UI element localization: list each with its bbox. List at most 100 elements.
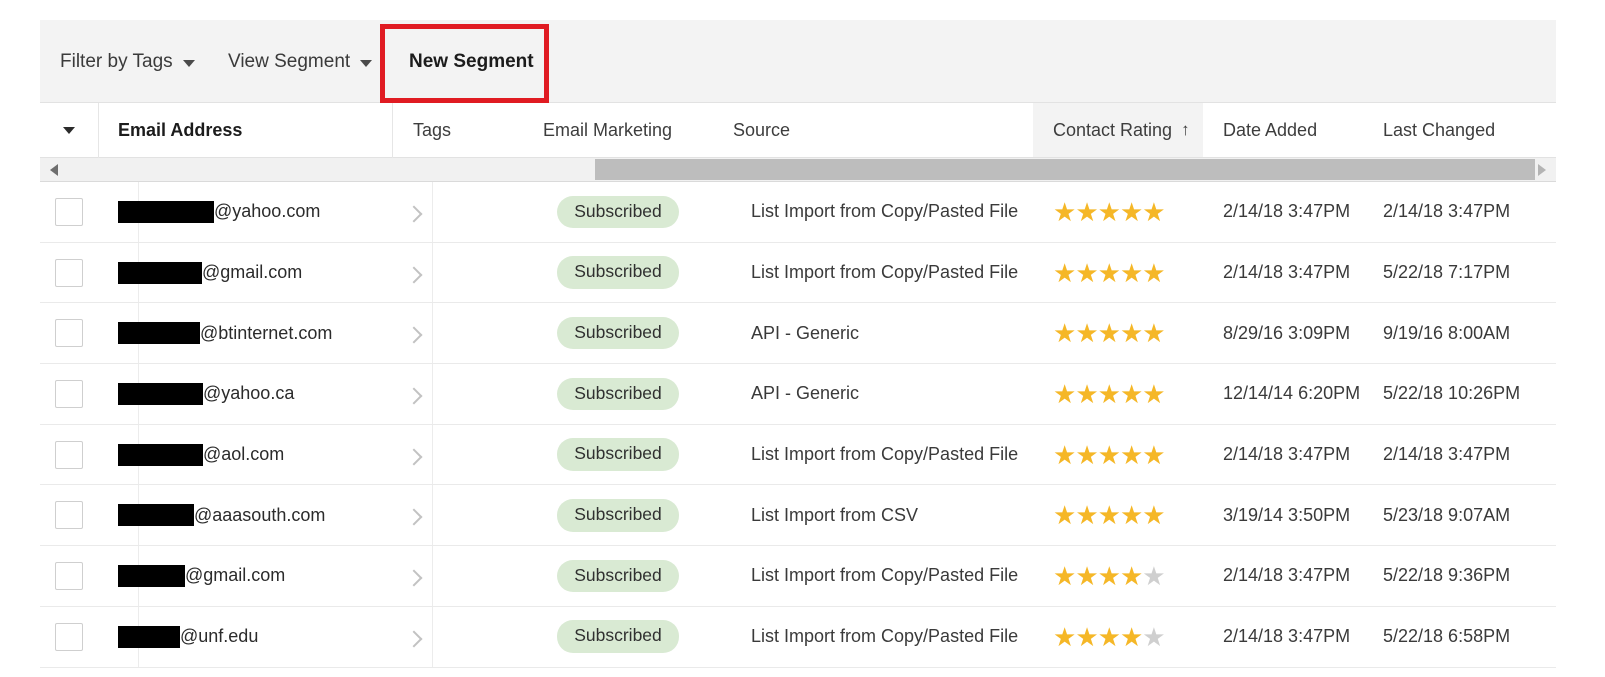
star-icon: ★ [1142, 257, 1165, 288]
star-rating[interactable]: ★ ★ ★ ★ ★ [1053, 560, 1166, 591]
status-badge[interactable]: Subscribed [557, 438, 679, 471]
row-checkbox[interactable] [55, 561, 83, 590]
email-domain: @gmail.com [185, 565, 286, 586]
status-badge[interactable]: Subscribed [557, 499, 679, 532]
star-icon: ★ [1119, 378, 1143, 409]
contact-rating-cell[interactable]: ★ ★ ★ ★ ★ [1033, 243, 1203, 303]
row-expand-cell [393, 485, 432, 545]
table-row[interactable]: @aol.com Subscribed List Import from Copy/… [40, 424, 1556, 486]
scroll-right-arrow-icon[interactable] [1532, 158, 1552, 181]
status-badge[interactable]: Subscribed [557, 195, 679, 229]
star-icon: ★ [1075, 560, 1098, 591]
column-header-source[interactable]: Source [713, 103, 1033, 157]
select-all-dropdown[interactable] [40, 103, 98, 157]
table-row[interactable]: @yahoo.com Subscribed List Import from Cop… [40, 182, 1556, 243]
star-rating[interactable]: ★ ★ ★ ★ ★ [1053, 257, 1166, 288]
new-segment-button[interactable]: New Segment [385, 20, 558, 103]
row-checkbox-cell [40, 364, 98, 424]
row-checkbox[interactable] [55, 319, 83, 348]
row-checkbox[interactable] [55, 501, 83, 530]
contact-rating-cell[interactable]: ★ ★ ★ ★ ★ [1033, 303, 1203, 363]
row-expand-cell [393, 303, 432, 363]
status-badge[interactable]: Subscribed [557, 316, 679, 350]
star-icon: ★ [1097, 257, 1121, 288]
contact-rating-cell[interactable]: ★ ★ ★ ★ ★ [1033, 364, 1203, 424]
column-header-date-added[interactable]: Date Added [1203, 103, 1363, 157]
email-marketing-cell: Subscribed [523, 303, 713, 363]
table-row[interactable]: @unf.edu Subscribed List Import from Copy/… [40, 606, 1556, 668]
sort-ascending-icon: ↑ [1181, 120, 1190, 139]
row-checkbox[interactable] [55, 440, 83, 469]
table-header-row: Email Address Tags Email Marketing Sourc… [40, 103, 1556, 158]
table-row[interactable]: @yahoo.ca Subscribed API - Generic ★ ★ ★ ★ ★ 12/… [40, 364, 1556, 425]
status-badge[interactable]: Subscribed [557, 377, 679, 411]
column-header-email-address[interactable]: Email Address [98, 103, 393, 157]
scroll-left-arrow-icon[interactable] [44, 158, 64, 181]
column-header-tags[interactable]: Tags [393, 103, 523, 157]
segment-toolbar: Filter by Tags View Segment New Segment [40, 20, 1556, 103]
filter-by-tags-dropdown[interactable]: Filter by Tags [60, 20, 195, 103]
star-icon: ★ [1142, 500, 1165, 531]
star-icon: ★ [1075, 439, 1098, 470]
table-row[interactable]: @gmail.com Subscribed List Import from Cop… [40, 242, 1556, 304]
status-badge[interactable]: Subscribed [557, 256, 679, 289]
star-icon: ★ [1142, 621, 1165, 652]
star-icon: ★ [1053, 621, 1076, 652]
row-checkbox-cell [40, 182, 98, 242]
star-icon: ★ [1075, 621, 1098, 652]
column-header-contact-rating[interactable]: Contact Rating ↑ [1033, 103, 1203, 157]
view-segment-dropdown[interactable]: View Segment [228, 20, 373, 103]
star-icon: ★ [1053, 257, 1076, 288]
horizontal-scrollbar[interactable] [40, 158, 1556, 182]
star-rating[interactable]: ★ ★ ★ ★ ★ [1053, 439, 1166, 470]
contact-rating-cell[interactable]: ★ ★ ★ ★ ★ [1033, 425, 1203, 485]
view-segment-label: View Segment [228, 50, 351, 72]
email-address-cell: @unf.edu [98, 607, 393, 667]
email-domain: @yahoo.ca [203, 383, 295, 404]
status-badge[interactable]: Subscribed [557, 620, 679, 653]
email-marketing-cell: Subscribed [523, 485, 713, 545]
table-row[interactable]: @btinternet.com Subscribed API - Generic ★ ★… [40, 303, 1556, 365]
star-icon: ★ [1119, 500, 1143, 531]
date-added-cell: 2/14/18 3:47PM [1223, 626, 1351, 647]
email-marketing-cell: Subscribed [523, 425, 713, 485]
star-icon: ★ [1075, 318, 1098, 349]
star-icon: ★ [1142, 560, 1165, 591]
star-rating[interactable]: ★ ★ ★ ★ ★ [1053, 500, 1166, 531]
star-icon: ★ [1119, 318, 1143, 349]
star-rating[interactable]: ★ ★ ★ ★ ★ [1053, 318, 1166, 349]
contact-rating-cell[interactable]: ★ ★ ★ ★ ★ [1033, 182, 1203, 242]
redacted-email-local-part [118, 382, 203, 405]
table-row[interactable]: @aaasouth.com Subscribed List Import from … [40, 485, 1556, 547]
contact-rating-cell[interactable]: ★ ★ ★ ★ ★ [1033, 546, 1203, 606]
row-checkbox[interactable] [55, 258, 83, 287]
last-changed-cell: 5/22/18 9:36PM [1383, 565, 1511, 586]
row-checkbox[interactable] [55, 622, 83, 651]
column-header-last-changed[interactable]: Last Changed [1363, 103, 1556, 157]
star-icon: ★ [1075, 378, 1098, 409]
star-rating[interactable]: ★ ★ ★ ★ ★ [1053, 378, 1166, 409]
star-rating[interactable]: ★ ★ ★ ★ ★ [1053, 199, 1166, 225]
star-rating[interactable]: ★ ★ ★ ★ ★ [1053, 621, 1166, 652]
row-checkbox[interactable] [55, 197, 83, 226]
date-added-cell: 2/14/18 3:47PM [1223, 262, 1351, 283]
status-badge[interactable]: Subscribed [557, 559, 679, 593]
star-icon: ★ [1142, 378, 1165, 409]
scrollbar-thumb[interactable] [595, 159, 1535, 180]
column-header-label: Email Address [118, 119, 243, 140]
contact-rating-cell[interactable]: ★ ★ ★ ★ ★ [1033, 607, 1203, 667]
chevron-down-icon [182, 60, 195, 67]
email-domain: @yahoo.com [214, 201, 321, 222]
star-icon: ★ [1119, 257, 1143, 288]
contacts-table-body: @yahoo.com Subscribed List Import from Cop… [40, 182, 1556, 677]
contact-rating-cell[interactable]: ★ ★ ★ ★ ★ [1033, 485, 1203, 545]
source-cell: List Import from Copy/Pasted File [751, 444, 1019, 465]
table-row[interactable]: @gmail.com Subscribed List Import from Cop… [40, 546, 1556, 607]
star-icon: ★ [1053, 439, 1076, 470]
column-header-label: Source [733, 119, 791, 140]
row-checkbox[interactable] [55, 379, 83, 408]
star-icon: ★ [1119, 439, 1143, 470]
column-header-email-marketing[interactable]: Email Marketing [523, 103, 713, 157]
email-address-cell: @gmail.com [98, 243, 393, 303]
row-checkbox-cell [40, 546, 98, 606]
